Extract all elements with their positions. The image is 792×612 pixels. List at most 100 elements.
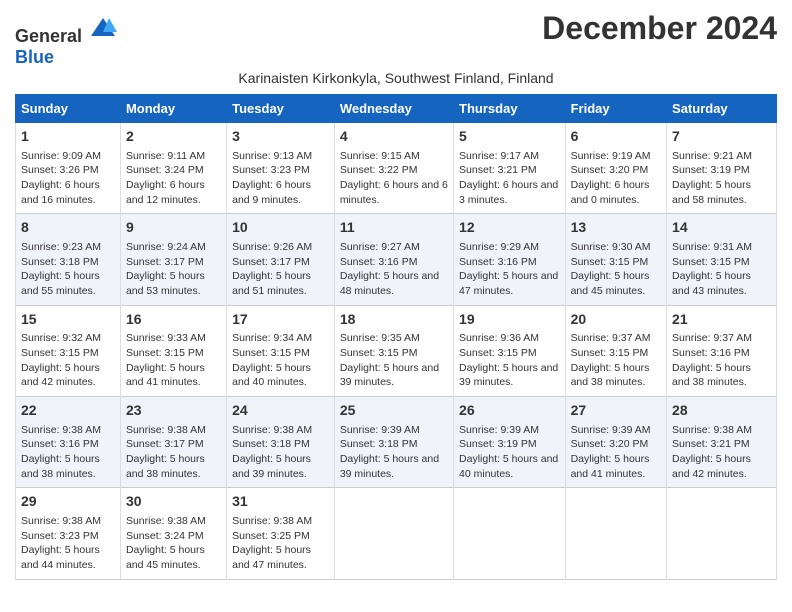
sunrise-text: Sunrise: 9:38 AM <box>232 424 312 436</box>
day-number: 17 <box>232 310 329 330</box>
sunset-text: Sunset: 3:24 PM <box>126 530 204 542</box>
sunset-text: Sunset: 3:15 PM <box>232 347 310 359</box>
sunset-text: Sunset: 3:20 PM <box>571 438 649 450</box>
calendar-cell: 1 Sunrise: 9:09 AM Sunset: 3:26 PM Daylight… <box>16 123 121 214</box>
day-number: 11 <box>340 218 448 238</box>
sunset-text: Sunset: 3:20 PM <box>571 164 649 176</box>
sunrise-text: Sunrise: 9:38 AM <box>21 515 101 527</box>
sunrise-text: Sunrise: 9:38 AM <box>232 515 312 527</box>
sunset-text: Sunset: 3:24 PM <box>126 164 204 176</box>
sunrise-text: Sunrise: 9:37 AM <box>672 332 752 344</box>
daylight-text: Daylight: 5 hours and 41 minutes. <box>126 362 205 389</box>
sunset-text: Sunset: 3:23 PM <box>21 530 99 542</box>
calendar-cell: 16Sunrise: 9:33 AMSunset: 3:15 PMDayligh… <box>120 305 226 396</box>
day-number: 9 <box>126 218 221 238</box>
page-subtitle: Karinaisten Kirkonkyla, Southwest Finlan… <box>15 70 777 86</box>
calendar-cell: 2Sunrise: 9:11 AMSunset: 3:24 PMDaylight… <box>120 123 226 214</box>
daylight-text: Daylight: 5 hours and 42 minutes. <box>672 453 751 480</box>
day-number: 16 <box>126 310 221 330</box>
sunset-text: Sunset: 3:19 PM <box>672 164 750 176</box>
day-number: 1 <box>21 127 115 147</box>
day-number: 7 <box>672 127 771 147</box>
sunrise-text: Sunrise: 9:31 AM <box>672 241 752 253</box>
calendar-cell: 15Sunrise: 9:32 AMSunset: 3:15 PMDayligh… <box>16 305 121 396</box>
sunrise-text: Sunrise: 9:26 AM <box>232 241 312 253</box>
day-number: 3 <box>232 127 329 147</box>
sunset-text: Sunset: 3:18 PM <box>340 438 418 450</box>
calendar-cell: 12Sunrise: 9:29 AMSunset: 3:16 PMDayligh… <box>454 214 566 305</box>
day-number: 12 <box>459 218 560 238</box>
calendar-cell: 31Sunrise: 9:38 AMSunset: 3:25 PMDayligh… <box>227 488 335 579</box>
calendar-cell: 3 Sunrise: 9:13 AM Sunset: 3:23 PM Daylight… <box>227 123 335 214</box>
logo: General Blue <box>15 14 117 68</box>
day-number: 6 <box>571 127 661 147</box>
sunset-text: Sunset: 3:18 PM <box>21 256 99 268</box>
sunset-text: Sunset: 3:26 PM <box>21 164 99 176</box>
sunrise-text: Sunrise: 9:32 AM <box>21 332 101 344</box>
logo-blue: Blue <box>15 47 54 67</box>
sunset-text: Sunset: 3:21 PM <box>672 438 750 450</box>
daylight-text: Daylight: 5 hours and 38 minutes. <box>672 362 751 389</box>
logo-icon <box>89 14 117 42</box>
logo-general: General <box>15 26 82 46</box>
sunrise-text: Sunrise: 9:33 AM <box>126 332 206 344</box>
sunrise-text: Sunrise: 9:21 AM <box>672 150 752 162</box>
sunset-text: Sunset: 3:15 PM <box>459 347 537 359</box>
daylight-text: Daylight: 5 hours and 43 minutes. <box>672 270 751 297</box>
calendar-cell: 29Sunrise: 9:38 AMSunset: 3:23 PMDayligh… <box>16 488 121 579</box>
daylight-text: Daylight: 6 hours and 16 minutes. <box>21 179 100 206</box>
column-header-monday: Monday <box>120 95 226 123</box>
calendar-week-row: 8Sunrise: 9:23 AMSunset: 3:18 PMDaylight… <box>16 214 777 305</box>
sunrise-text: Sunrise: 9:30 AM <box>571 241 651 253</box>
calendar-header-row: SundayMondayTuesdayWednesdayThursdayFrid… <box>16 95 777 123</box>
daylight-text: Daylight: 5 hours and 38 minutes. <box>571 362 650 389</box>
daylight-text: Daylight: 5 hours and 39 minutes. <box>340 453 439 480</box>
calendar-week-row: 1 Sunrise: 9:09 AM Sunset: 3:26 PM Daylight… <box>16 123 777 214</box>
sunrise-text: Sunrise: 9:36 AM <box>459 332 539 344</box>
daylight-text: Daylight: 5 hours and 47 minutes. <box>459 270 558 297</box>
sunset-text: Sunset: 3:23 PM <box>232 164 310 176</box>
day-number: 21 <box>672 310 771 330</box>
sunrise-text: Sunrise: 9:35 AM <box>340 332 420 344</box>
sunset-text: Sunset: 3:15 PM <box>672 256 750 268</box>
calendar-cell: 18Sunrise: 9:35 AMSunset: 3:15 PMDayligh… <box>334 305 453 396</box>
day-number: 8 <box>21 218 115 238</box>
day-number: 13 <box>571 218 661 238</box>
daylight-text: Daylight: 6 hours and 12 minutes. <box>126 179 205 206</box>
sunset-text: Sunset: 3:22 PM <box>340 164 418 176</box>
daylight-text: Daylight: 6 hours and 9 minutes. <box>232 179 311 206</box>
sunset-text: Sunset: 3:15 PM <box>340 347 418 359</box>
daylight-text: Daylight: 5 hours and 38 minutes. <box>21 453 100 480</box>
day-number: 20 <box>571 310 661 330</box>
day-number: 30 <box>126 492 221 512</box>
day-number: 18 <box>340 310 448 330</box>
sunrise-text: Sunrise: 9:34 AM <box>232 332 312 344</box>
sunrise-text: Sunrise: 9:19 AM <box>571 150 651 162</box>
daylight-text: Daylight: 5 hours and 41 minutes. <box>571 453 650 480</box>
day-number: 14 <box>672 218 771 238</box>
calendar-cell <box>454 488 566 579</box>
calendar-cell: 20Sunrise: 9:37 AMSunset: 3:15 PMDayligh… <box>565 305 666 396</box>
sunset-text: Sunset: 3:18 PM <box>232 438 310 450</box>
column-header-sunday: Sunday <box>16 95 121 123</box>
sunrise-text: Sunrise: 9:38 AM <box>126 515 206 527</box>
calendar-cell: 14 Sunrise: 9:31 AM Sunset: 3:15 PM Dayligh… <box>667 214 777 305</box>
day-number: 5 <box>459 127 560 147</box>
daylight-text: Daylight: 5 hours and 39 minutes. <box>459 362 558 389</box>
sunset-text: Sunset: 3:25 PM <box>232 530 310 542</box>
sunset-text: Sunset: 3:15 PM <box>571 347 649 359</box>
calendar-cell: 4Sunrise: 9:15 AMSunset: 3:22 PMDaylight… <box>334 123 453 214</box>
sunrise-text: Sunrise: 9:13 AM <box>232 150 312 162</box>
daylight-text: Daylight: 5 hours and 51 minutes. <box>232 270 311 297</box>
day-number: 22 <box>21 401 115 421</box>
daylight-text: Daylight: 5 hours and 55 minutes. <box>21 270 100 297</box>
calendar-cell <box>565 488 666 579</box>
day-number: 10 <box>232 218 329 238</box>
calendar-cell: 7Sunrise: 9:21 AMSunset: 3:19 PMDaylight… <box>667 123 777 214</box>
sunrise-text: Sunrise: 9:09 AM <box>21 150 101 162</box>
sunrise-text: Sunrise: 9:29 AM <box>459 241 539 253</box>
calendar-cell: 10Sunrise: 9:26 AMSunset: 3:17 PMDayligh… <box>227 214 335 305</box>
daylight-text: Daylight: 5 hours and 40 minutes. <box>459 453 558 480</box>
sunset-text: Sunset: 3:21 PM <box>459 164 537 176</box>
calendar-table: SundayMondayTuesdayWednesdayThursdayFrid… <box>15 94 777 580</box>
